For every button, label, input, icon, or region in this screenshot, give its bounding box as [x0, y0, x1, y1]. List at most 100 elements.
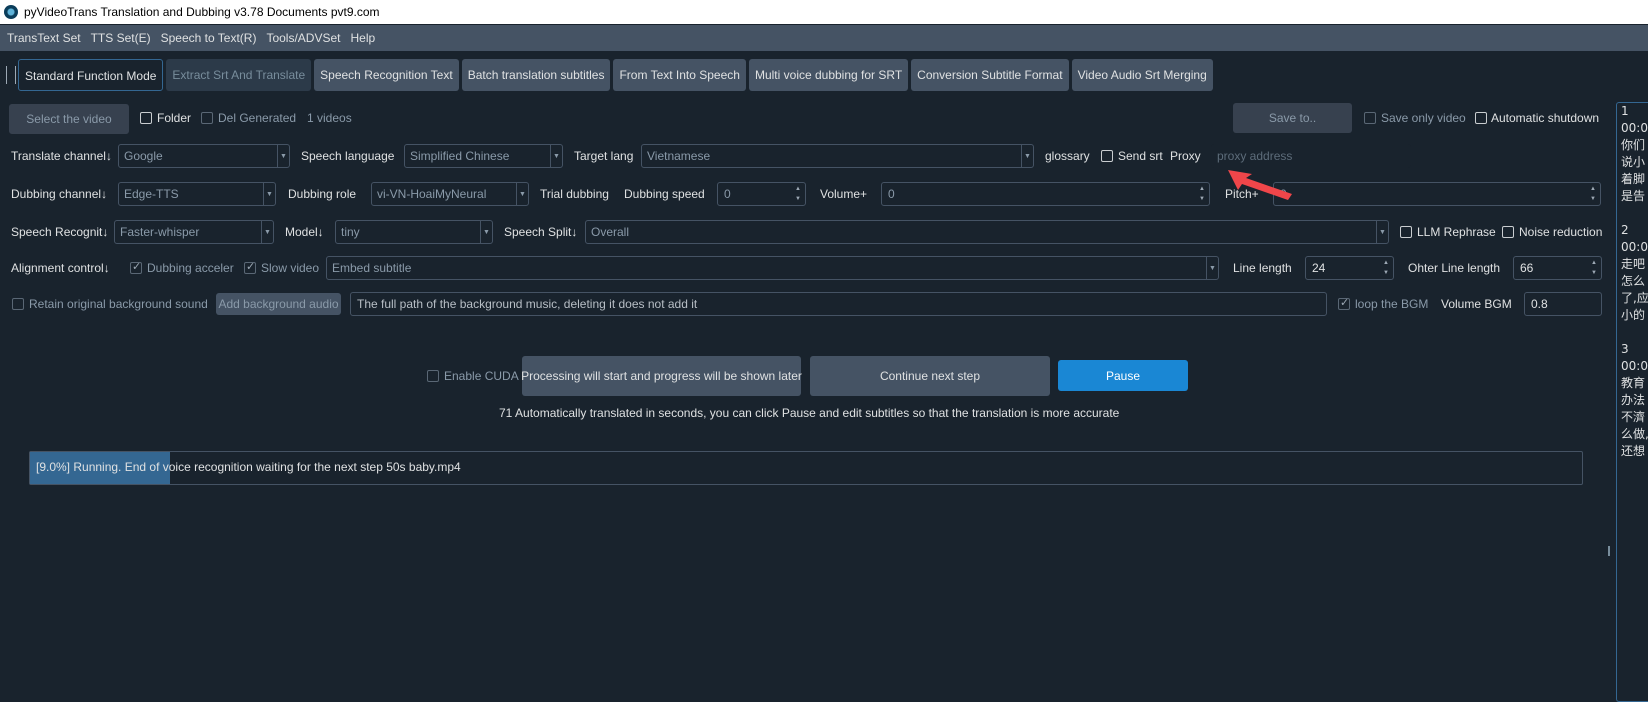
- progress-bar: [9.0%] Running. End of voice recognition…: [29, 451, 1583, 485]
- volume-bgm-input[interactable]: 0.8: [1524, 292, 1602, 316]
- model-label[interactable]: Model↓: [285, 224, 324, 240]
- subtitle-line: 说小: [1621, 155, 1646, 169]
- menu-speech-to-text[interactable]: Speech to Text(R): [156, 31, 262, 45]
- menu-help[interactable]: Help: [345, 31, 380, 45]
- pause-button[interactable]: Pause: [1058, 360, 1188, 391]
- chevron-down-icon: ▼: [516, 183, 528, 205]
- enable-cuda-checkbox[interactable]: [427, 370, 439, 382]
- annotation-arrow-icon: [1228, 170, 1292, 200]
- subtitle-line: 教育: [1621, 376, 1646, 390]
- alignment-control-label[interactable]: Alignment control↓: [11, 260, 110, 276]
- subtitle-line: 不濟: [1621, 410, 1646, 424]
- tab-text-into-speech[interactable]: From Text Into Speech: [613, 59, 746, 91]
- retain-bg-checkbox[interactable]: [12, 298, 24, 310]
- line-length-stepper[interactable]: 24 ▲ ▼: [1305, 256, 1394, 280]
- proxy-input[interactable]: proxy address: [1211, 144, 1411, 168]
- noise-reduction-checkbox[interactable]: [1502, 226, 1514, 238]
- subtitle-line: 00:00: [1621, 121, 1648, 135]
- retain-bg-label: Retain original background sound: [29, 297, 208, 311]
- stepper-arrows-icon[interactable]: ▲ ▼: [1588, 185, 1598, 203]
- proxy-placeholder: proxy address: [1217, 149, 1293, 163]
- tab-extract-srt-and-translate[interactable]: Extract Srt And Translate: [166, 59, 312, 91]
- splitter-handle[interactable]: [1605, 96, 1613, 702]
- noise-reduction-label: Noise reduction: [1519, 225, 1603, 239]
- pitch-stepper[interactable]: 0 ▲▼: [1273, 182, 1601, 206]
- speech-language-select[interactable]: Simplified Chinese ▼: [404, 144, 563, 168]
- folder-checkbox[interactable]: [140, 112, 152, 124]
- translate-channel-select[interactable]: Google ▼: [118, 144, 290, 168]
- stepper-arrows-icon[interactable]: ▲ ▼: [1197, 185, 1207, 203]
- splitter-grip-icon[interactable]: [1608, 546, 1610, 556]
- subtitle-line: 00:00: [1621, 359, 1648, 373]
- stepper-arrows-icon[interactable]: ▲ ▼: [1589, 259, 1599, 277]
- menu-tools-advset[interactable]: Tools/ADVSet: [261, 31, 345, 45]
- dubbing-role-select[interactable]: vi-VN-HoaiMyNeural ▼: [371, 182, 529, 206]
- speech-language-value: Simplified Chinese: [410, 149, 510, 163]
- save-only-video-label: Save only video: [1381, 111, 1466, 125]
- tab-batch-translation-subtitles[interactable]: Batch translation subtitles: [461, 59, 611, 91]
- window-title: pyVideoTrans Translation and Dubbing v3.…: [24, 5, 380, 19]
- tab-conversion-subtitle-format[interactable]: Conversion Subtitle Format: [911, 59, 1069, 91]
- trial-dubbing-button[interactable]: Trial dubbing: [540, 186, 609, 202]
- slow-video-checkbox[interactable]: [244, 260, 256, 274]
- other-line-length-label: Ohter Line length: [1408, 261, 1501, 275]
- slow-video-label: Slow video: [261, 261, 320, 275]
- loop-bgm-checkbox[interactable]: [1338, 296, 1350, 310]
- target-lang-value: Vietnamese: [647, 149, 711, 163]
- send-srt-label: Send srt: [1118, 149, 1163, 163]
- menu-bar: TransText Set TTS Set(E) Speech to Text(…: [0, 25, 1648, 51]
- speech-recognit-value: Faster-whisper: [120, 225, 200, 239]
- stepper-arrows-icon[interactable]: ▲ ▼: [793, 185, 803, 203]
- dubbing-role-value: vi-VN-HoaiMyNeural: [377, 187, 487, 201]
- tab-standard-function-mode[interactable]: Standard Function Mode: [18, 59, 164, 91]
- translate-channel-label[interactable]: Translate channel↓: [11, 148, 112, 164]
- subtitle-editor[interactable]: 1 00:00 你们说小着脚是告 2 00:00 走吧怎么了,应小的 3 00:00 教育办…: [1616, 102, 1648, 702]
- tab-speech-recognition-text[interactable]: Speech Recognition Text: [314, 59, 459, 91]
- stepper-arrows-icon[interactable]: ▲ ▼: [1381, 259, 1391, 277]
- save-to-button[interactable]: Save to..: [1233, 103, 1352, 133]
- model-select[interactable]: tiny ▼: [335, 220, 493, 244]
- save-only-video-checkbox[interactable]: [1364, 112, 1376, 124]
- subtitle-line: 了,应: [1621, 291, 1648, 305]
- subtitle-embed-select[interactable]: Embed subtitle ▼: [326, 256, 1219, 280]
- automatic-shutdown-checkbox[interactable]: [1475, 112, 1487, 124]
- del-generated-checkbox[interactable]: [201, 112, 213, 124]
- toolbar-grip-icon[interactable]: [6, 66, 16, 84]
- processing-status-button[interactable]: Processing will start and progress will …: [521, 356, 802, 396]
- llm-rephrase-checkbox[interactable]: [1400, 226, 1412, 238]
- speech-recognit-label[interactable]: Speech Recognit↓: [11, 224, 108, 240]
- subtitle-embed-value: Embed subtitle: [332, 261, 412, 275]
- dubbing-acceler-checkbox[interactable]: [130, 260, 142, 274]
- menu-tts-set[interactable]: TTS Set(E): [86, 31, 156, 45]
- speech-split-select[interactable]: Overall ▼: [585, 220, 1389, 244]
- chevron-down-icon: ▼: [263, 183, 275, 205]
- chevron-down-icon: ▼: [1206, 257, 1218, 279]
- dubbing-channel-label[interactable]: Dubbing channel↓: [11, 186, 107, 202]
- chevron-down-icon: ▼: [277, 145, 289, 167]
- tab-video-audio-srt-merging[interactable]: Video Audio Srt Merging: [1071, 59, 1213, 91]
- dubbing-channel-select[interactable]: Edge-TTS ▼: [118, 182, 276, 206]
- add-background-audio-button[interactable]: Add background audio: [216, 293, 341, 315]
- background-music-path-input[interactable]: The full path of the background music, d…: [350, 292, 1327, 316]
- volume-value: 0: [888, 187, 895, 201]
- subtitle-line: 1: [1621, 104, 1629, 118]
- target-lang-select[interactable]: Vietnamese ▼: [641, 144, 1034, 168]
- subtitle-line: 着脚: [1621, 172, 1646, 186]
- volume-stepper[interactable]: 0 ▲ ▼: [881, 182, 1210, 206]
- speech-split-label[interactable]: Speech Split↓: [504, 224, 577, 240]
- subtitle-line: [1617, 205, 1648, 222]
- other-line-length-stepper[interactable]: 66 ▲ ▼: [1513, 256, 1602, 280]
- glossary-link[interactable]: glossary: [1045, 148, 1090, 164]
- menu-transtext-set[interactable]: TransText Set: [2, 31, 86, 45]
- model-value: tiny: [341, 225, 360, 239]
- subtitle-line: 你们: [1621, 138, 1646, 152]
- subtitle-line: 怎么: [1621, 274, 1646, 288]
- continue-next-step-button[interactable]: Continue next step: [810, 356, 1050, 396]
- subtitle-line: 办法: [1621, 393, 1646, 407]
- send-srt-checkbox[interactable]: [1101, 150, 1113, 162]
- select-video-button[interactable]: Select the video: [9, 104, 129, 134]
- tab-multi-voice-dubbing[interactable]: Multi voice dubbing for SRT: [748, 59, 909, 91]
- dubbing-speed-stepper[interactable]: 0 ▲ ▼: [717, 182, 806, 206]
- speech-recognit-select[interactable]: Faster-whisper ▼: [114, 220, 274, 244]
- subtitle-line: 么做,: [1621, 427, 1648, 441]
